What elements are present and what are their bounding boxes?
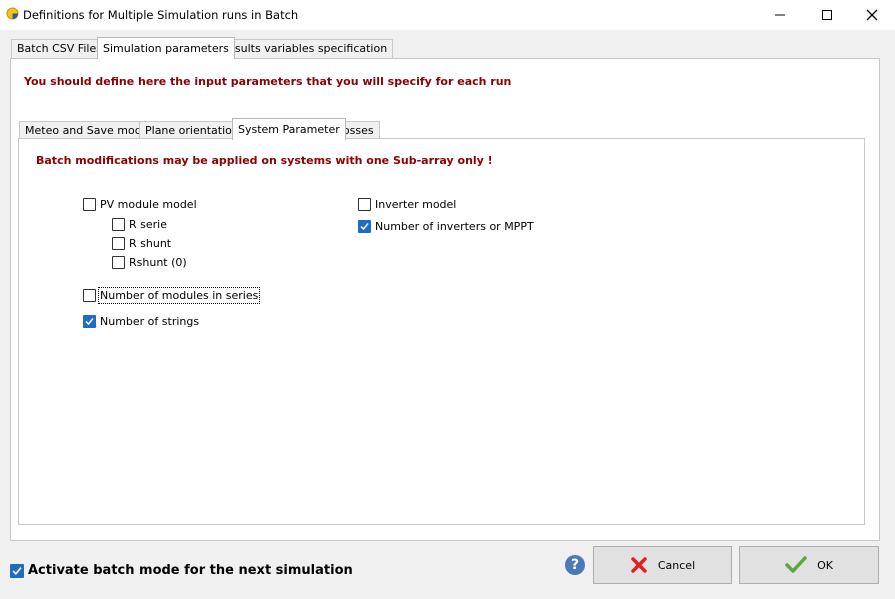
inverters-mppt-label: Number of inverters or MPPT [375, 220, 534, 233]
tab-simulation-parameters[interactable]: Simulation parameters [97, 37, 235, 59]
number-of-strings-label: Number of strings [100, 315, 200, 328]
cancel-label: Cancel [657, 558, 696, 572]
checkbox-square-checked [83, 315, 96, 328]
checkbox-square [358, 198, 371, 211]
maximize-icon [822, 10, 832, 20]
modules-in-series-checkbox[interactable]: Number of modules in series [83, 287, 261, 304]
number-of-strings-checkbox[interactable]: Number of strings [83, 315, 199, 328]
checkbox-square [83, 198, 96, 211]
rshunt-0-label: Rshunt (0) [129, 256, 187, 269]
cancel-x-icon [630, 556, 648, 574]
batch-mode-label: Activate batch mode for the next simulat… [28, 563, 353, 578]
checkmark-icon [12, 566, 22, 575]
ok-checkmark-icon [785, 556, 807, 574]
simulation-parameters-panel: You should define here the input paramet… [10, 58, 880, 541]
tab-batch-csv-files[interactable]: Batch CSV Files [11, 39, 108, 58]
r-shunt-checkbox[interactable]: R shunt [112, 237, 171, 250]
modules-in-series-label: Number of modules in series [97, 287, 261, 304]
close-button[interactable] [849, 0, 895, 30]
checkbox-square-checked [10, 563, 24, 578]
r-serie-label: R serie [129, 218, 167, 231]
r-serie-checkbox[interactable]: R serie [112, 218, 167, 231]
rshunt-0-checkbox[interactable]: Rshunt (0) [112, 256, 187, 269]
pv-module-model-label: PV module model [100, 198, 197, 211]
system-parameter-panel: Batch modifications may be applied on sy… [18, 138, 865, 525]
cancel-button[interactable]: Cancel [593, 546, 732, 584]
ok-button[interactable]: OK [739, 546, 879, 584]
close-icon [866, 9, 878, 21]
minimize-icon [775, 14, 785, 16]
checkbox-square [112, 256, 125, 269]
batch-mode-checkbox[interactable]: Activate batch mode for the next simulat… [10, 563, 353, 578]
input-parameters-notice: You should define here the input paramet… [24, 75, 512, 88]
r-shunt-label: R shunt [129, 237, 172, 250]
ok-label: OK [817, 558, 833, 572]
checkmark-icon [85, 318, 94, 326]
tab-results-variables-specification[interactable]: Results variables specification [215, 39, 394, 58]
help-icon[interactable]: ? [565, 555, 585, 575]
inverters-mppt-checkbox[interactable]: Number of inverters or MPPT [358, 220, 534, 233]
checkbox-square [112, 237, 125, 250]
maximize-button[interactable] [804, 0, 850, 30]
checkbox-square-checked [358, 220, 371, 233]
checkbox-square [112, 218, 125, 231]
inverter-model-checkbox[interactable]: Inverter model [358, 198, 456, 211]
minimize-button[interactable] [757, 0, 803, 30]
pvsyst-sun-icon [6, 7, 19, 20]
pv-module-model-checkbox[interactable]: PV module model [83, 198, 197, 211]
window-title: Definitions for Multiple Simulation runs… [23, 8, 299, 22]
sub-array-notice: Batch modifications may be applied on sy… [36, 154, 493, 167]
checkbox-square [83, 289, 96, 302]
tab-system-parameter[interactable]: System Parameter [232, 118, 346, 140]
checkmark-icon [360, 223, 369, 231]
inverter-model-label: Inverter model [375, 198, 457, 211]
title-bar: Definitions for Multiple Simulation runs… [0, 0, 895, 30]
